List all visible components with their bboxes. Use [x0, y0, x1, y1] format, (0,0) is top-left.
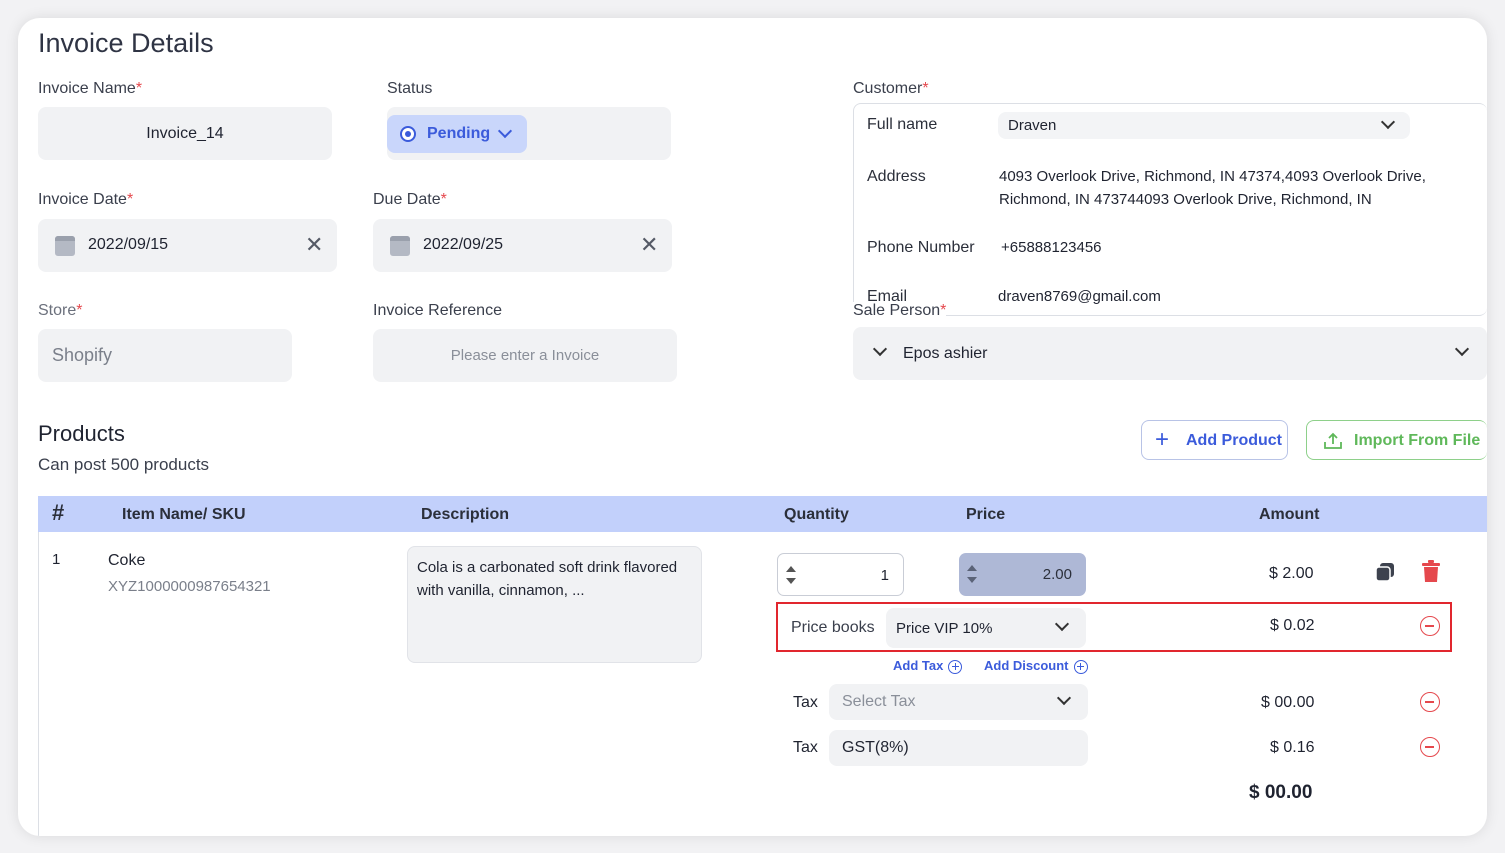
chevron-down-icon — [1380, 114, 1396, 130]
column-header-quantity: Quantity — [784, 506, 849, 523]
add-discount-link[interactable]: Add Discount — [984, 658, 1088, 674]
sale-person-dropdown[interactable]: Epos ashier — [853, 327, 1487, 380]
plus-circle-icon — [1073, 659, 1088, 674]
phone-value: +65888123456 — [1001, 239, 1102, 256]
price-books-row: Price books Price VIP 10% $ 0.02 — [776, 602, 1452, 652]
status-label: Status — [387, 80, 433, 97]
due-date-value: 2022/09/25 — [423, 236, 504, 253]
price-value: 2.00 — [1042, 566, 1072, 583]
import-from-file-button[interactable]: Import From File — [1306, 420, 1487, 460]
gst-tax-value: GST(8%) — [842, 739, 909, 756]
status-dropdown[interactable]: Pending — [387, 115, 527, 153]
chevron-down-icon — [1056, 690, 1072, 706]
due-date-label: Due Date* — [373, 191, 447, 208]
price-books-label: Price books — [791, 619, 875, 636]
column-header-description: Description — [421, 506, 510, 523]
copy-icon[interactable] — [1374, 561, 1396, 583]
due-date-field[interactable]: 2022/09/25 ✕ — [373, 219, 672, 272]
customer-label: Customer* — [853, 80, 929, 97]
calendar-icon — [55, 236, 75, 256]
email-value: draven8769@gmail.com — [998, 288, 1161, 305]
column-header-item: Item Name/ SKU — [122, 506, 246, 523]
price-books-value: Price VIP 10% — [896, 620, 993, 637]
plus-circle-icon — [948, 659, 963, 674]
tax-label-1: Tax — [793, 694, 818, 711]
invoice-reference-label: Invoice Reference — [373, 302, 502, 319]
calendar-icon — [390, 236, 410, 256]
address-line-1: 4093 Overlook Drive, Richmond, IN 47374,… — [999, 168, 1426, 185]
phone-label: Phone Number — [867, 239, 975, 256]
address-label: Address — [867, 168, 926, 185]
select-tax-placeholder: Select Tax — [842, 693, 916, 710]
page-title: Invoice Details — [38, 28, 214, 58]
row-description-line-2: with vanilla, cinnamon, ... — [417, 582, 585, 599]
store-field[interactable]: Shopify — [38, 329, 292, 382]
invoice-date-value: 2022/09/15 — [88, 236, 169, 253]
add-product-button[interactable]: + Add Product — [1141, 420, 1288, 460]
chevron-down-icon — [497, 123, 513, 139]
price-stepper[interactable]: 2.00 — [959, 553, 1086, 596]
clear-icon[interactable]: ✕ — [305, 232, 323, 258]
invoice-name-label: Invoice Name* — [38, 80, 143, 97]
table-header: # Item Name/ SKU Description Quantity Pr… — [38, 496, 1487, 532]
row-item-name: Coke — [108, 552, 146, 569]
chevron-down-icon — [1454, 341, 1470, 357]
upload-icon — [1324, 432, 1342, 449]
status-field: Pending — [387, 107, 671, 160]
quantity-stepper[interactable]: 1 — [777, 553, 904, 596]
row-description-line-1: Cola is a carbonated soft drink flavored — [417, 559, 678, 576]
invoice-name-field[interactable]: Invoice_14 — [38, 107, 332, 160]
status-dot-icon — [400, 126, 416, 142]
table-left-border — [38, 532, 39, 836]
plus-icon: + — [1155, 426, 1170, 453]
column-header-index: # — [52, 500, 65, 525]
invoice-name-value: Invoice_14 — [146, 125, 224, 142]
clear-icon[interactable]: ✕ — [640, 232, 658, 258]
status-value: Pending — [427, 125, 491, 142]
remove-price-book-icon[interactable] — [1420, 616, 1440, 636]
select-tax-dropdown[interactable]: Select Tax — [829, 684, 1088, 720]
store-label: Store* — [38, 302, 83, 319]
price-books-amount: $ 0.02 — [1270, 617, 1315, 634]
row-amount: $ 2.00 — [1269, 565, 1314, 582]
sale-person-value: Epos ashier — [903, 345, 988, 362]
import-from-file-label: Import From File — [1354, 432, 1481, 449]
invoice-reference-placeholder: Please enter a Invoice — [450, 347, 600, 364]
column-header-amount: Amount — [1259, 506, 1320, 523]
column-header-price: Price — [966, 506, 1006, 523]
invoice-card: Invoice Details Invoice Name* Invoice_14… — [18, 18, 1487, 836]
row-description-field[interactable]: Cola is a carbonated soft drink flavored… — [407, 546, 702, 663]
address-line-2: Richmond, IN 473744093 Overlook Drive, R… — [999, 191, 1372, 208]
price-books-dropdown[interactable]: Price VIP 10% — [886, 608, 1086, 648]
gst-tax-field[interactable]: GST(8%) — [829, 730, 1088, 766]
chevron-down-icon — [1054, 616, 1070, 632]
full-name-label: Full name — [867, 116, 938, 133]
sale-person-label: Sale Person* — [853, 302, 947, 320]
products-title: Products — [38, 421, 125, 446]
products-subtitle: Can post 500 products — [38, 455, 210, 474]
tax-amount-1: $ 00.00 — [1261, 694, 1315, 711]
trash-icon[interactable] — [1421, 560, 1441, 583]
add-product-label: Add Product — [1186, 432, 1282, 449]
tax-label-2: Tax — [793, 739, 818, 756]
tax-amount-2: $ 0.16 — [1270, 739, 1315, 756]
customer-name-value: Draven — [1008, 117, 1057, 134]
invoice-date-label: Invoice Date* — [38, 191, 134, 208]
customer-name-dropdown[interactable]: Draven — [998, 112, 1410, 139]
stepper-arrows-icon[interactable] — [785, 564, 797, 586]
customer-panel: Full name Draven Address 4093 Overlook D… — [853, 103, 1487, 316]
row-index: 1 — [52, 551, 61, 568]
add-tax-link[interactable]: Add Tax — [893, 658, 963, 674]
invoice-date-field[interactable]: 2022/09/15 ✕ — [38, 219, 337, 272]
remove-tax-icon[interactable] — [1420, 737, 1440, 757]
quantity-value: 1 — [880, 567, 889, 584]
store-placeholder: Shopify — [52, 345, 113, 365]
stepper-arrows-icon[interactable] — [966, 563, 978, 585]
chevron-down-icon — [872, 341, 888, 357]
row-item-sku: XYZ1000000987654321 — [108, 578, 271, 595]
remove-tax-icon[interactable] — [1420, 692, 1440, 712]
total-amount: $ 00.00 — [1249, 782, 1313, 803]
invoice-reference-input[interactable]: Please enter a Invoice — [373, 329, 677, 382]
